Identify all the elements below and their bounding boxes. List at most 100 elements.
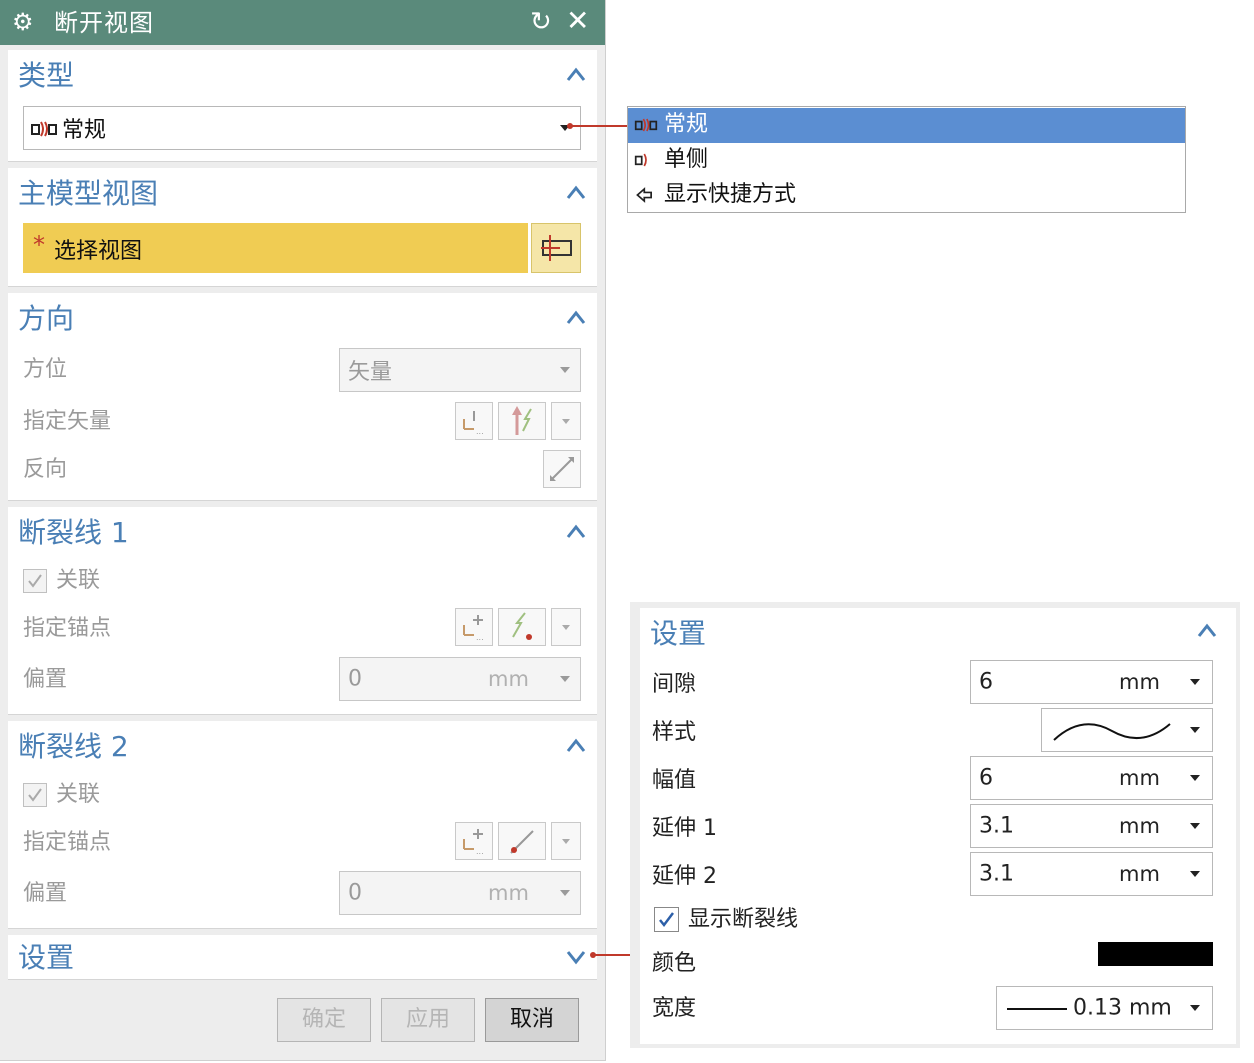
offset-unit: mm — [488, 881, 529, 905]
point-dialog-button[interactable]: ... — [455, 608, 493, 646]
ok-button[interactable]: 确定 — [277, 998, 371, 1042]
type-option-regular[interactable]: 常规 — [628, 108, 1185, 143]
callout-dot — [590, 952, 596, 958]
select-view-row[interactable]: * 选择视图 — [23, 223, 528, 273]
chevron-down-icon — [560, 367, 570, 373]
check-icon — [659, 912, 674, 928]
type-dropdown[interactable]: 常规 — [23, 106, 581, 150]
chevron-down-icon — [560, 676, 570, 682]
anchor-label: 指定锚点 — [23, 616, 112, 641]
orientation-value: 矢量 — [348, 360, 393, 385]
settings-group: 设置 — [8, 935, 597, 980]
settings-panel-header[interactable]: 设置 — [650, 614, 706, 654]
chevron-down-icon — [1190, 775, 1200, 781]
point-constructor-icon: ... — [463, 829, 484, 856]
width-value: 0.13 mm — [1073, 995, 1172, 1021]
chevron-up-icon[interactable] — [1196, 620, 1218, 642]
vector-inference-button[interactable] — [498, 402, 546, 440]
gap-input[interactable]: 6 mm — [970, 660, 1213, 704]
chevron-down-icon — [1190, 679, 1200, 685]
gap-value: 6 — [979, 669, 993, 695]
point-dropdown-button[interactable] — [551, 608, 581, 646]
point-inference-button[interactable] — [498, 608, 546, 646]
direction-header[interactable]: 方向 — [18, 299, 74, 339]
reset-icon[interactable]: ↻ — [530, 7, 552, 37]
chevron-down-icon — [1190, 1005, 1200, 1011]
point-inference-button[interactable] — [498, 822, 546, 860]
svg-text:...: ... — [476, 847, 484, 856]
vector-constructor-icon: ... — [463, 411, 484, 436]
wave-line-icon — [1053, 723, 1171, 741]
reverse-label: 反向 — [23, 457, 68, 482]
chevron-up-icon[interactable] — [565, 521, 587, 543]
type-header[interactable]: 类型 — [18, 56, 74, 96]
show-break-line-label: 显示断裂线 — [688, 907, 799, 932]
line-width-sample — [1007, 1008, 1067, 1010]
vector-dropdown-button[interactable] — [551, 402, 581, 440]
offset-input[interactable]: 0 mm — [339, 871, 581, 915]
break-view-icon — [634, 118, 658, 132]
select-view-button[interactable] — [531, 223, 581, 273]
break-line-2-header[interactable]: 断裂线 2 — [18, 727, 129, 767]
chevron-down-icon — [562, 625, 570, 630]
color-swatch[interactable] — [1098, 942, 1213, 966]
close-icon[interactable]: ✕ — [566, 6, 589, 36]
main-view-header[interactable]: 主模型视图 — [18, 174, 158, 214]
extend-1-input[interactable]: 3.1 mm — [970, 804, 1213, 848]
show-break-line-checkbox[interactable] — [654, 907, 679, 932]
style-dropdown[interactable] — [1041, 708, 1213, 752]
apply-button[interactable]: 应用 — [381, 998, 475, 1042]
cancel-button[interactable]: 取消 — [485, 998, 579, 1042]
view-select-icon — [541, 235, 572, 261]
type-option-show-shortcuts[interactable]: 显示快捷方式 — [628, 178, 1185, 213]
extend-2-unit: mm — [1119, 862, 1160, 886]
associative-label: 关联 — [56, 782, 101, 807]
chevron-down-icon — [562, 839, 570, 844]
chevron-down-icon — [562, 419, 570, 424]
amplitude-input[interactable]: 6 mm — [970, 756, 1213, 800]
associative-checkbox[interactable] — [23, 783, 47, 807]
reverse-direction-button[interactable] — [543, 450, 581, 488]
type-option-label: 常规 — [664, 112, 709, 137]
amplitude-value: 6 — [979, 765, 993, 791]
type-dropdown-value: 常规 — [62, 118, 107, 143]
extend-2-label: 延伸 2 — [652, 864, 717, 889]
point-dialog-button[interactable]: ... — [455, 822, 493, 860]
type-option-single-side[interactable]: 单侧 — [628, 143, 1185, 178]
offset-label: 偏置 — [23, 881, 68, 906]
check-icon — [28, 788, 42, 802]
reverse-direction-icon — [550, 457, 574, 481]
point-constructor-icon: ... — [463, 615, 484, 642]
break-view-dialog: ⚙ 断开视图 ↻ ✕ 类型 常规 主模型视图 * 选择视图 方向 方位 矢量 指… — [0, 0, 606, 1061]
orientation-dropdown[interactable]: 矢量 — [339, 348, 581, 392]
chevron-down-icon[interactable] — [565, 946, 587, 968]
type-options-popup: 常规 单侧 显示快捷方式 — [627, 106, 1186, 213]
offset-value: 0 — [348, 666, 362, 692]
chevron-up-icon[interactable] — [565, 182, 587, 204]
anchor-label: 指定锚点 — [23, 830, 112, 855]
associative-checkbox[interactable] — [23, 569, 47, 593]
width-dropdown[interactable]: 0.13 mm — [996, 986, 1213, 1030]
chevron-up-icon[interactable] — [565, 307, 587, 329]
point-dropdown-button[interactable] — [551, 822, 581, 860]
chevron-up-icon[interactable] — [565, 735, 587, 757]
type-option-label: 显示快捷方式 — [664, 182, 797, 207]
vector-dialog-button[interactable]: ... — [455, 402, 493, 440]
chevron-up-icon[interactable] — [565, 64, 587, 86]
settings-header[interactable]: 设置 — [18, 938, 74, 978]
amplitude-label: 幅值 — [652, 768, 697, 793]
point-inference-icon — [512, 612, 532, 640]
gear-icon[interactable]: ⚙ — [12, 8, 34, 36]
gap-label: 间隙 — [652, 672, 697, 697]
dialog-title-bar: ⚙ 断开视图 ↻ ✕ — [0, 0, 605, 45]
callout-line — [593, 954, 631, 956]
break-line-1-header[interactable]: 断裂线 1 — [18, 513, 129, 553]
dialog-title: 断开视图 — [54, 9, 154, 37]
offset-input[interactable]: 0 mm — [339, 657, 581, 701]
associative-label: 关联 — [56, 568, 101, 593]
break-line-1-group: 断裂线 1 关联 指定锚点 ... 偏置 0 mm — [8, 507, 597, 715]
type-group: 类型 常规 — [8, 50, 597, 162]
extend-1-unit: mm — [1119, 814, 1160, 838]
vector-label: 指定矢量 — [23, 409, 112, 434]
extend-2-input[interactable]: 3.1 mm — [970, 852, 1213, 896]
